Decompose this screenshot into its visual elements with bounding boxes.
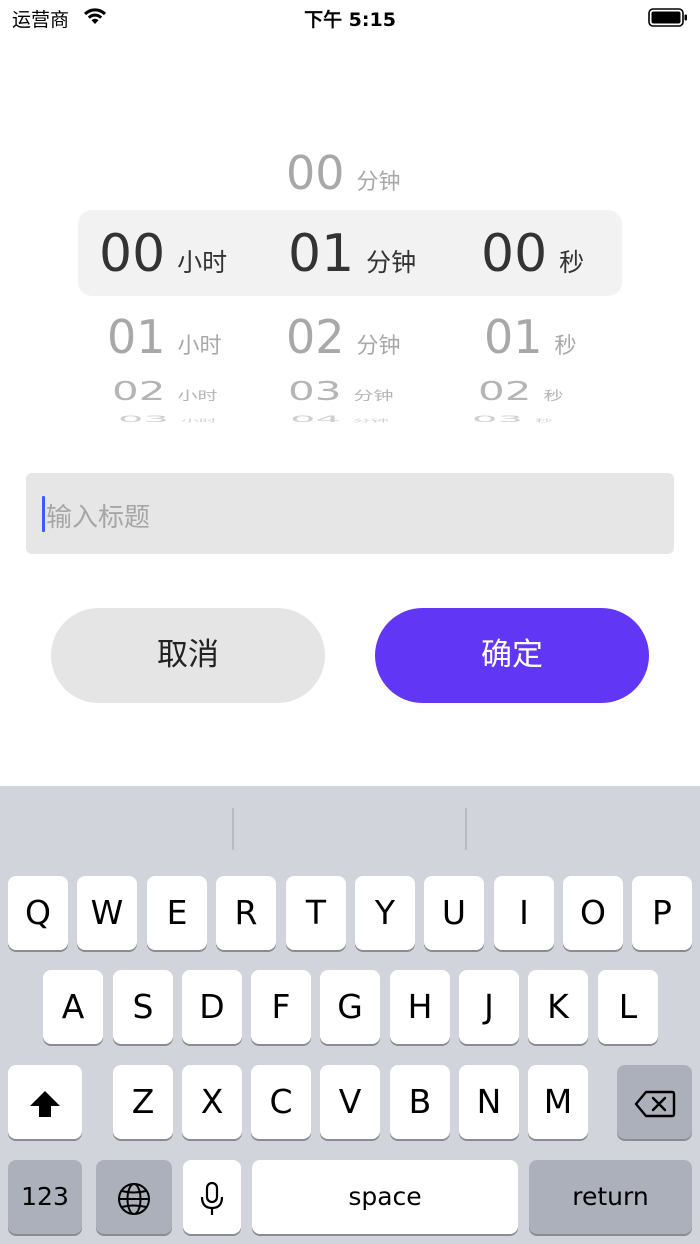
software-keyboard: Q W E R T Y U I O P A S D F G H J K L Z … [0, 786, 700, 1244]
key-i[interactable]: I [494, 876, 554, 950]
picker-seconds-option[interactable]: 00 秒 [481, 224, 584, 284]
suggestion-divider [465, 808, 467, 850]
key-r[interactable]: R [216, 876, 276, 950]
key-x[interactable]: X [182, 1065, 242, 1139]
hours-value: 03 [118, 414, 169, 425]
key-a[interactable]: A [43, 970, 103, 1044]
key-s[interactable]: S [113, 970, 173, 1044]
shift-icon [30, 1090, 60, 1117]
shift-key[interactable] [8, 1065, 82, 1139]
seconds-value: 02 [478, 376, 532, 407]
minutes-value: 04 [290, 414, 341, 425]
seconds-unit: 秒 [534, 418, 553, 424]
minutes-value: 02 [286, 310, 345, 364]
seconds-value: 01 [484, 310, 543, 364]
title-placeholder: 输入标题 [46, 503, 151, 533]
key-d[interactable]: D [182, 970, 242, 1044]
picker-seconds-option[interactable]: 03 秒 [472, 414, 553, 424]
globe-key[interactable] [96, 1160, 172, 1234]
key-z[interactable]: Z [113, 1065, 173, 1139]
key-w[interactable]: W [77, 876, 137, 950]
key-e[interactable]: E [147, 876, 207, 950]
hours-value: 01 [107, 310, 166, 364]
text-caret [42, 496, 45, 532]
hours-unit: 小时 [177, 334, 222, 359]
battery-icon [648, 8, 688, 32]
picker-minutes-option[interactable]: 01 分钟 [288, 224, 416, 284]
key-k[interactable]: K [528, 970, 588, 1044]
delete-key[interactable] [617, 1065, 692, 1139]
key-h[interactable]: H [390, 970, 450, 1044]
picker-seconds-option[interactable]: 02 秒 [478, 376, 563, 406]
key-o[interactable]: O [563, 876, 623, 950]
hours-value: 00 [99, 224, 166, 284]
space-key[interactable]: space [252, 1160, 518, 1234]
duration-picker[interactable]: 00 分钟 00 小时 01 分钟 00 秒 01 小时 02 分钟 01 秒 02 小时 03… [0, 140, 700, 430]
picker-seconds-option[interactable]: 01 秒 [484, 310, 577, 364]
key-f[interactable]: F [251, 970, 311, 1044]
numbers-key[interactable]: 123 [8, 1160, 82, 1234]
minutes-unit: 分钟 [356, 170, 401, 195]
key-j[interactable]: J [459, 970, 519, 1044]
picker-minutes-option[interactable]: 02 分钟 [286, 310, 401, 364]
hours-unit: 小时 [180, 418, 217, 424]
status-time: 下午 5:15 [304, 9, 396, 31]
key-n[interactable]: N [459, 1065, 519, 1139]
minutes-value: 03 [288, 376, 342, 407]
status-bar: 运营商 下午 5:15 [0, 0, 700, 36]
key-g[interactable]: G [320, 970, 380, 1044]
seconds-value: 03 [472, 414, 523, 425]
picker-hours-option[interactable]: 02 小时 [112, 376, 217, 406]
cancel-button[interactable]: 取消 [51, 608, 325, 703]
picker-hours-option[interactable]: 03 小时 [118, 414, 217, 424]
picker-hours-option[interactable]: 01 小时 [107, 310, 222, 364]
hours-unit: 小时 [177, 388, 218, 404]
microphone-icon [200, 1181, 224, 1215]
picker-hours-option[interactable]: 00 小时 [99, 224, 227, 284]
globe-icon [118, 1182, 150, 1215]
minutes-unit: 分钟 [353, 388, 394, 404]
backspace-icon [634, 1090, 675, 1117]
confirm-button[interactable]: 确定 [375, 608, 649, 703]
minutes-value: 00 [286, 146, 345, 200]
return-key[interactable]: return [529, 1160, 692, 1234]
key-u[interactable]: U [424, 876, 484, 950]
key-y[interactable]: Y [355, 876, 415, 950]
key-m[interactable]: M [528, 1065, 588, 1139]
seconds-unit: 秒 [543, 388, 564, 404]
microphone-key[interactable] [183, 1160, 241, 1234]
hours-unit: 小时 [177, 248, 228, 277]
minutes-unit: 分钟 [366, 248, 417, 277]
picker-minutes-option[interactable]: 00 分钟 [286, 146, 401, 200]
suggestion-divider [232, 808, 234, 850]
minutes-unit: 分钟 [352, 418, 389, 424]
picker-minutes-option[interactable]: 04 分钟 [290, 414, 389, 424]
key-q[interactable]: Q [8, 876, 68, 950]
minutes-unit: 分钟 [356, 334, 401, 359]
key-t[interactable]: T [286, 876, 346, 950]
seconds-value: 00 [481, 224, 548, 284]
title-input[interactable]: 输入标题 [26, 473, 674, 554]
key-b[interactable]: B [390, 1065, 450, 1139]
key-c[interactable]: C [251, 1065, 311, 1139]
key-v[interactable]: V [320, 1065, 380, 1139]
hours-value: 02 [112, 376, 166, 407]
picker-minutes-option[interactable]: 03 分钟 [288, 376, 393, 406]
key-p[interactable]: P [632, 876, 692, 950]
seconds-unit: 秒 [554, 334, 577, 359]
key-l[interactable]: L [598, 970, 658, 1044]
seconds-unit: 秒 [559, 248, 585, 277]
minutes-value: 01 [288, 224, 355, 284]
